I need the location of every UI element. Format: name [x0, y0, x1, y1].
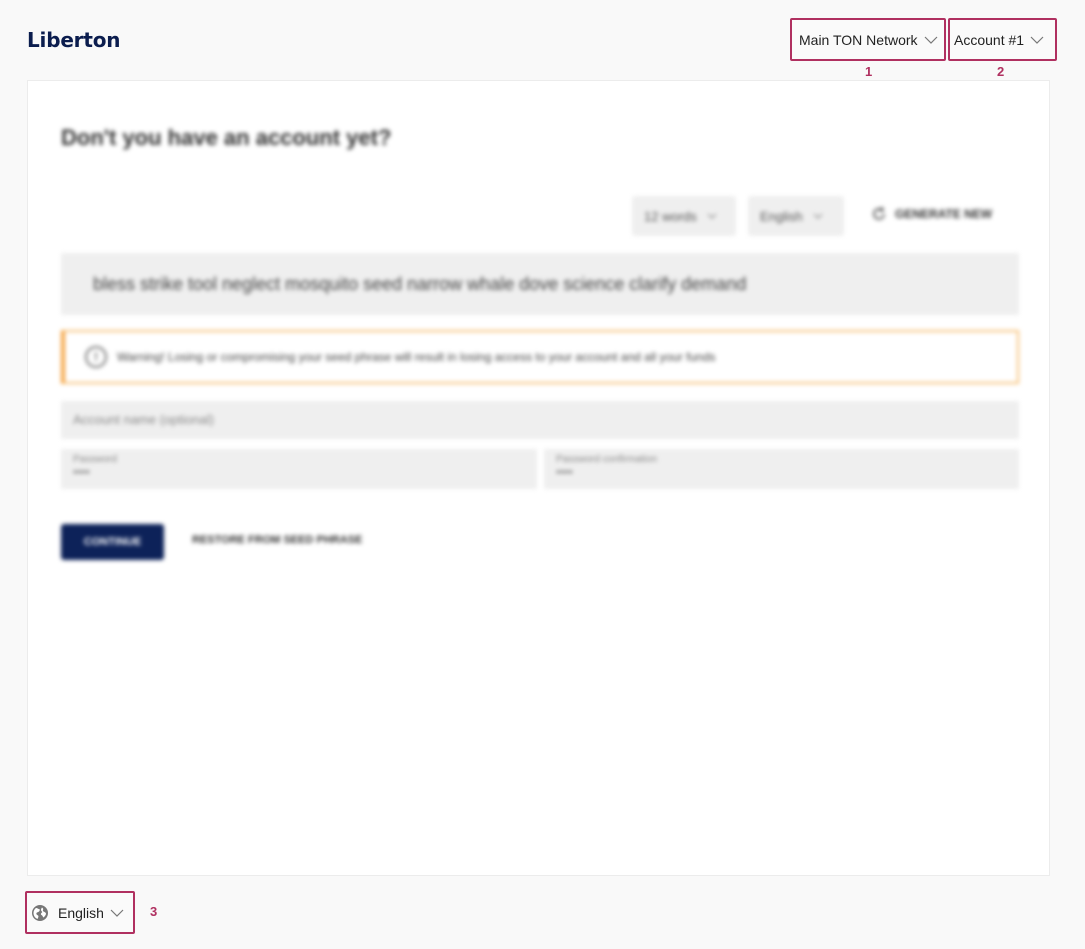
- restore-from-seed-button[interactable]: RESTORE FROM SEED PHRASE: [192, 534, 362, 546]
- seed-language-value: English: [760, 208, 803, 224]
- word-count-select[interactable]: 12 words: [632, 196, 736, 236]
- chevron-down-icon: [1030, 36, 1044, 44]
- create-account-card: Don't you have an account yet? 12 words …: [27, 80, 1050, 876]
- password-confirm-value: ••••: [556, 465, 573, 479]
- warning-text: Warning! Losing or compromising your see…: [117, 350, 716, 364]
- chevron-down-icon: [707, 213, 717, 219]
- language-select-value: English: [58, 904, 104, 921]
- account-select[interactable]: Account #1: [948, 18, 1057, 61]
- network-select[interactable]: Main TON Network: [790, 18, 946, 61]
- generate-new-button[interactable]: GENERATE NEW: [871, 206, 992, 222]
- chevron-down-icon: [813, 213, 823, 219]
- password-value: ••••: [73, 465, 90, 479]
- password-field[interactable]: Password ••••: [61, 449, 537, 489]
- word-count-value: 12 words: [644, 208, 697, 224]
- chevron-down-icon: [110, 909, 124, 917]
- page-title: Don't you have an account yet?: [61, 125, 392, 150]
- password-label: Password: [73, 454, 117, 465]
- continue-button[interactable]: CONTINUE: [61, 524, 164, 560]
- app-logo: Liberton: [27, 28, 121, 52]
- seed-language-select[interactable]: English: [748, 196, 844, 236]
- seed-phrase-box: bless strike tool neglect mosquito seed …: [61, 253, 1019, 315]
- warning-banner: ! Warning! Losing or compromising your s…: [61, 330, 1019, 384]
- warning-icon: !: [85, 346, 107, 368]
- chevron-down-icon: [924, 36, 937, 44]
- password-confirm-label: Password confirmation: [556, 454, 658, 465]
- refresh-icon: [873, 206, 885, 220]
- network-select-value: Main TON Network: [799, 31, 918, 48]
- generate-new-label: GENERATE NEW: [895, 207, 993, 221]
- account-name-input[interactable]: Account name (optional): [61, 401, 1019, 439]
- annotation-marker-1: 1: [865, 64, 873, 79]
- globe-icon: [32, 904, 48, 921]
- account-select-value: Account #1: [954, 31, 1025, 48]
- password-confirm-field[interactable]: Password confirmation ••••: [544, 449, 1019, 489]
- annotation-marker-3: 3: [150, 904, 158, 919]
- annotation-marker-2: 2: [997, 64, 1005, 79]
- language-select[interactable]: English: [25, 891, 135, 934]
